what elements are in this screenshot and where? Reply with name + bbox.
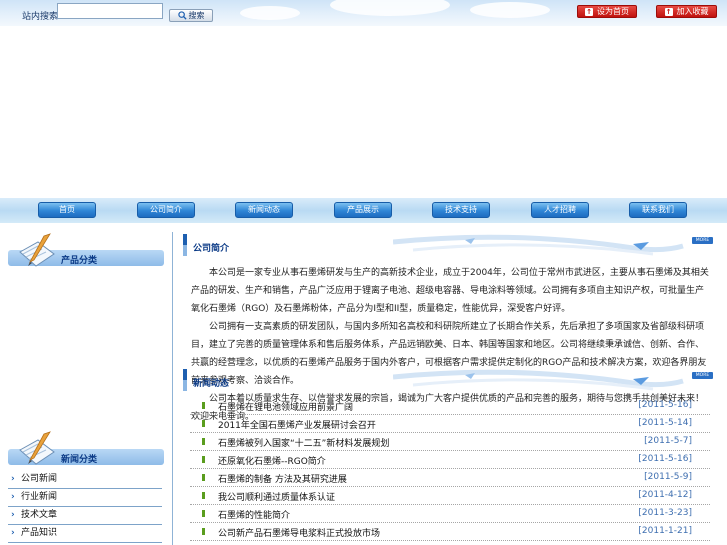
bullet-marker <box>202 420 205 427</box>
news-item-date: [2011-1-21] <box>638 526 692 536</box>
nav-news[interactable]: 新闻动态 <box>235 202 293 218</box>
bullet-marker <box>202 474 205 481</box>
news-title: 新闻动态 <box>193 379 230 389</box>
news-item-date: [2011-5-16] <box>638 400 692 410</box>
nav-products[interactable]: 产品展示 <box>334 202 392 218</box>
news-item-title[interactable]: 石墨烯在锂电池领域应用前景广阔 <box>218 400 353 413</box>
sidebar-item-product-knowledge[interactable]: 产品知识 <box>8 525 162 543</box>
sidebar-item-company-news[interactable]: 公司新闻 <box>8 471 162 489</box>
news-item-title[interactable]: 公司新产品石墨烯导电浆料正式投放市场 <box>218 526 380 539</box>
nav-about[interactable]: 公司简介 <box>137 202 195 218</box>
notepad-pen-icon <box>19 431 55 465</box>
main-nav: 首页 公司简介 新闻动态 产品展示 技术支持 人才招聘 联系我们 <box>0 198 727 223</box>
bullet-marker <box>202 492 205 499</box>
news-item-date: [2011-3-23] <box>638 508 692 518</box>
search-button[interactable]: 搜索 <box>169 9 213 22</box>
news-item-title[interactable]: 石墨烯的性能简介 <box>218 508 290 521</box>
nav-jobs[interactable]: 人才招聘 <box>531 202 589 218</box>
sidebar-news-title: 新闻分类 <box>61 455 98 465</box>
bullet-marker <box>202 528 205 535</box>
news-item-date: [2011-5-7] <box>644 436 692 446</box>
arrow-up-icon: ↑ <box>585 7 593 16</box>
sidebar-news-list: 公司新闻 行业新闻 技术文章 产品知识 <box>8 471 162 543</box>
bullet-marker <box>202 510 205 517</box>
bullet-marker <box>202 438 205 445</box>
section-marker <box>183 369 187 391</box>
cloud-decoration <box>240 6 300 20</box>
news-item-date: [2011-5-16] <box>638 454 692 464</box>
news-item[interactable]: 石墨烯被列入国家“十二五”新材料发展规划 [2011-5-7] <box>190 433 710 451</box>
news-item-date: [2011-5-9] <box>644 472 692 482</box>
nav-support[interactable]: 技术支持 <box>432 202 490 218</box>
news-item[interactable]: 我公司顺利通过质量体系认证 [2011-4-12] <box>190 487 710 505</box>
about-paragraph: 本公司是一家专业从事石墨烯研发与生产的高新技术企业，成立于2004年，公司位于常… <box>191 268 709 314</box>
search-input[interactable] <box>57 3 163 19</box>
news-item[interactable]: 公司新产品石墨烯导电浆料正式投放市场 [2011-1-21] <box>190 523 710 541</box>
news-more-link[interactable]: MORE <box>692 372 713 379</box>
sidebar-item-industry-news[interactable]: 行业新闻 <box>8 489 162 507</box>
news-item[interactable]: 石墨烯的制备 方法及其研究进展 [2011-5-9] <box>190 469 710 487</box>
search-icon <box>177 11 187 20</box>
news-item-title[interactable]: 我公司顺利通过质量体系认证 <box>218 490 335 503</box>
cloud-decoration <box>330 0 450 16</box>
news-list: 石墨烯在锂电池领域应用前景广阔 [2011-5-16] 2011年全国石墨烯产业发… <box>190 397 710 541</box>
news-item-title[interactable]: 石墨烯的制备 方法及其研究进展 <box>218 472 347 485</box>
bullet-marker <box>202 456 205 463</box>
news-item-date: [2011-5-14] <box>638 418 692 428</box>
column-divider <box>172 232 173 545</box>
bullet-marker <box>202 402 205 409</box>
arrow-up-icon: ↑ <box>664 7 673 16</box>
news-item-date: [2011-4-12] <box>638 490 692 500</box>
news-section-header: 新闻动态 MORE <box>183 369 716 391</box>
news-item-title[interactable]: 2011年全国石墨烯产业发展研讨会召开 <box>218 418 376 431</box>
sidebar-product-title: 产品分类 <box>61 256 98 266</box>
swoosh-decoration <box>393 369 684 391</box>
banner-area <box>0 26 727 198</box>
news-item-title[interactable]: 石墨烯被列入国家“十二五”新材料发展规划 <box>218 436 389 449</box>
news-item[interactable]: 石墨烯的性能简介 [2011-3-23] <box>190 505 710 523</box>
news-item[interactable]: 石墨烯在锂电池领域应用前景广阔 [2011-5-16] <box>190 397 710 415</box>
add-favorite-button[interactable]: ↑ 加入收藏 <box>656 5 717 18</box>
add-favorite-label: 加入收藏 <box>676 7 709 16</box>
notepad-pen-icon <box>19 233 55 267</box>
news-item[interactable]: 还原氧化石墨烯--RGO简介 [2011-5-16] <box>190 451 710 469</box>
news-item[interactable]: 2011年全国石墨烯产业发展研讨会召开 [2011-5-14] <box>190 415 710 433</box>
set-home-label: 设为首页 <box>597 7 629 16</box>
sidebar-news-box: 新闻分类 <box>8 430 164 470</box>
search-button-label: 搜索 <box>188 11 205 20</box>
nav-contact[interactable]: 联系我们 <box>629 202 687 218</box>
section-marker <box>183 234 187 256</box>
set-home-button[interactable]: ↑ 设为首页 <box>577 5 637 18</box>
about-more-link[interactable]: MORE <box>692 237 713 244</box>
sidebar-product-box: 产品分类 <box>8 232 164 272</box>
cloud-decoration <box>470 2 550 18</box>
swoosh-decoration <box>393 234 684 256</box>
sidebar-item-tech-articles[interactable]: 技术文章 <box>8 507 162 525</box>
about-title: 公司简介 <box>193 244 230 254</box>
nav-home[interactable]: 首页 <box>38 202 96 218</box>
news-item-title[interactable]: 还原氧化石墨烯--RGO简介 <box>218 454 326 467</box>
about-section-header: 公司简介 MORE <box>183 234 716 256</box>
